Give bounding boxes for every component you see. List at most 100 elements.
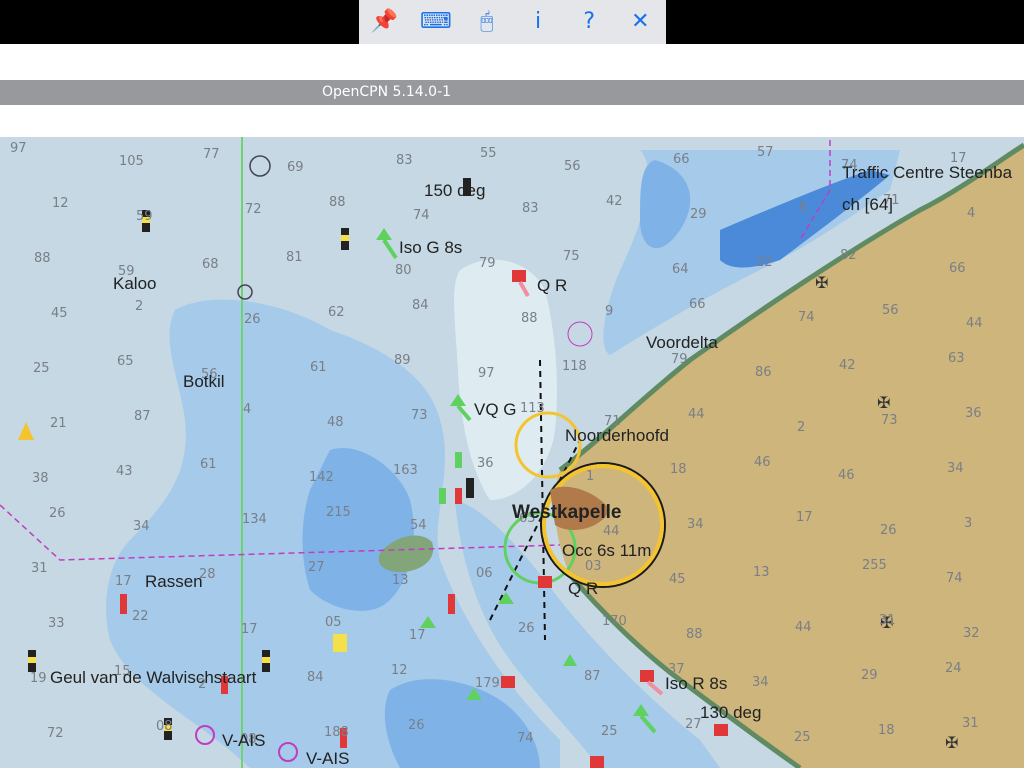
depth-sounding: 179 [475,676,500,691]
depth-sounding: 36 [477,456,494,471]
info-icon[interactable]: i [518,0,558,44]
svg-text:✠: ✠ [945,733,958,752]
depth-sounding: 25 [601,724,618,739]
depth-sounding: 74 [517,731,534,746]
depth-sounding: 88 [34,251,51,266]
depth-sounding: 36 [965,406,982,421]
chart-label: Noorderhoofd [565,426,669,445]
pin-icon[interactable]: 📌 [365,0,405,44]
close-icon[interactable]: ✕ [620,0,660,44]
chart-label: Q R [568,579,598,598]
depth-sounding: 46 [754,455,771,470]
depth-sounding: 45 [669,572,686,587]
depth-sounding: 81 [286,250,303,265]
depth-sounding: 12 [391,663,408,678]
depth-sounding: 22 [756,255,773,270]
help-icon[interactable]: ? [569,0,609,44]
window-title: OpenCPN 5.14.0-1 [322,84,452,100]
depth-sounding: 97 [478,366,495,381]
depth-sounding: 105 [119,154,144,169]
nautical-chart[interactable]: ✠ ✠ ✠ ✠ 97 105 77 69 83 55 56 66 57 74 17 12 59 72 88 74 8… [0,137,1024,768]
keyboard-icon[interactable]: ⌨ [416,0,456,44]
depth-sounding: 25 [794,730,811,745]
depth-sounding: 9 [605,304,613,319]
depth-sounding: 113 [520,401,545,416]
chart-label: Q R [537,276,567,295]
depth-sounding: 62 [328,305,345,320]
chart-label: Geul van de Walvischstaart [50,668,257,687]
depth-sounding: 1 [586,469,594,484]
mouse-icon[interactable]: 🖱 [467,0,507,44]
depth-sounding: 72 [245,202,262,217]
depth-sounding: 08 [156,719,173,734]
spacer [0,44,1024,80]
depth-sounding: 4 [243,402,251,417]
depth-sounding: 18 [878,723,895,738]
depth-sounding: 134 [242,512,267,527]
depth-sounding: 03 [585,559,602,574]
depth-sounding: 4 [967,206,975,221]
depth-sounding: 19 [30,671,47,686]
depth-sounding: 17 [409,628,426,643]
depth-sounding: 88 [329,195,346,210]
depth-sounding: 06 [476,566,493,581]
depth-sounding: 66 [673,152,690,167]
depth-sounding: 34 [947,461,964,476]
chart-canvas[interactable]: ✠✠ ✠✠ 97105 7769 83 5556 66 5774 171259 72 8874 8… [0,137,1024,768]
chart-label: VQ G [474,400,517,419]
depth-sounding: 2 [135,299,143,314]
depth-sounding: 118 [562,359,587,374]
depth-sounding: 13 [753,565,770,580]
depth-sounding: 32 [963,626,980,641]
depth-sounding: 142 [309,470,334,485]
chart-label: Kaloo [113,274,156,293]
depth-sounding: 05 [325,615,342,630]
chart-label: 150 deg [424,181,485,200]
depth-sounding: 24 [945,661,962,676]
floating-toolbar: 📌 ⌨ 🖱 i ? ✕ [359,0,666,44]
depth-sounding: 80 [395,263,412,278]
depth-sounding: 188 [324,725,349,740]
depth-sounding: 56 [882,303,899,318]
depth-sounding: 75 [563,249,580,264]
depth-sounding: 13 [392,573,409,588]
depth-sounding: 44 [688,407,705,422]
chart-label: Occ 6s 11m [562,541,651,560]
depth-sounding: 72 [47,726,64,741]
depth-sounding: 6 [799,200,807,215]
depth-sounding: 163 [393,463,418,478]
depth-sounding: 43 [116,464,133,479]
depth-sounding: 255 [862,558,887,573]
depth-sounding: 68 [202,257,219,272]
depth-sounding: 64 [672,262,689,277]
depth-sounding: 74 [946,571,963,586]
depth-sounding: 17 [796,510,813,525]
depth-sounding: 55 [480,146,497,161]
depth-sounding: 44 [603,524,620,539]
depth-sounding: 61 [200,457,217,472]
depth-sounding: 63 [948,351,965,366]
depth-sounding: 21 [50,416,67,431]
window-titlebar[interactable]: OpenCPN 5.14.0-1 [0,80,1024,105]
chart-label: Botkil [183,372,225,391]
depth-sounding: 57 [757,145,774,160]
depth-sounding: 44 [966,316,983,331]
svg-text:✠: ✠ [815,273,828,292]
depth-sounding: 18 [670,462,687,477]
chart-label: Iso R 8s [665,674,727,693]
depth-sounding: 29 [861,668,878,683]
depth-sounding: 12 [52,196,69,211]
depth-sounding: 84 [412,298,429,313]
depth-sounding: 56 [564,159,581,174]
depth-sounding: 26 [518,621,535,636]
depth-sounding: 31 [31,561,48,576]
depth-sounding: 89 [394,353,411,368]
depth-sounding: 26 [49,506,66,521]
depth-sounding: 44 [795,620,812,635]
depth-sounding: 29 [690,207,707,222]
toolbar-area [0,105,1024,138]
depth-sounding: 66 [689,297,706,312]
depth-sounding: 27 [308,560,325,575]
depth-sounding: 73 [411,408,428,423]
depth-sounding: 88 [686,627,703,642]
